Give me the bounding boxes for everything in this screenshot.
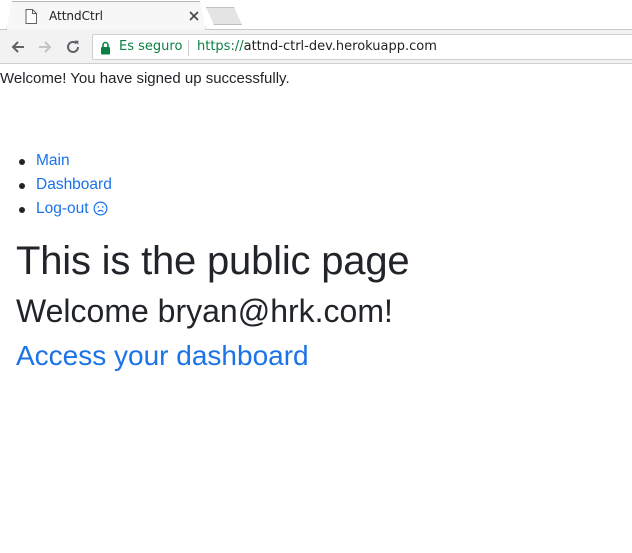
tab-strip: AttndCtrl — [0, 0, 632, 31]
omnibox-divider — [188, 40, 189, 56]
welcome-heading: Welcome bryan@hrk.com! — [16, 293, 393, 329]
url-text[interactable]: https://attnd-ctrl-dev.herokuapp.com — [197, 39, 437, 54]
page-content: Welcome! You have signed up successfully… — [0, 65, 632, 553]
main-link[interactable]: Main — [36, 152, 70, 169]
page-title: This is the public page — [16, 239, 410, 283]
browser-tab[interactable]: AttndCtrl — [6, 1, 206, 31]
tab-close-button[interactable] — [185, 7, 203, 25]
reload-icon — [67, 40, 79, 53]
lock-icon[interactable] — [100, 41, 111, 55]
address-bar[interactable]: Es seguro https://attnd-ctrl-dev.herokua… — [92, 34, 632, 60]
sad-face-icon — [93, 201, 108, 216]
url-scheme: https:// — [197, 39, 244, 54]
flash-message: Welcome! You have signed up successfully… — [0, 70, 290, 87]
back-button[interactable] — [7, 36, 29, 58]
tab-title: AttndCtrl — [49, 9, 103, 23]
nav-item-dashboard: Dashboard — [19, 175, 112, 199]
url-host: attnd-ctrl-dev.herokuapp.com — [243, 39, 437, 54]
security-label[interactable]: Es seguro — [119, 39, 182, 54]
logout-label: Log-out — [36, 200, 89, 217]
nav-list: Main Dashboard Log-out — [19, 151, 112, 223]
close-icon — [189, 11, 199, 21]
dashboard-link[interactable]: Dashboard — [36, 176, 112, 193]
arrow-right-icon — [39, 41, 52, 53]
browser-toolbar: Es seguro https://attnd-ctrl-dev.herokua… — [0, 30, 632, 64]
arrow-left-icon — [11, 41, 24, 53]
access-dashboard-link[interactable]: Access your dashboard — [16, 340, 309, 372]
page-icon — [25, 9, 37, 24]
nav-item-logout: Log-out — [19, 199, 112, 223]
new-tab-button[interactable] — [206, 7, 242, 25]
logout-link[interactable]: Log-out — [36, 200, 108, 217]
forward-button[interactable] — [34, 36, 56, 58]
reload-button[interactable] — [62, 36, 84, 58]
nav-item-main: Main — [19, 151, 112, 175]
